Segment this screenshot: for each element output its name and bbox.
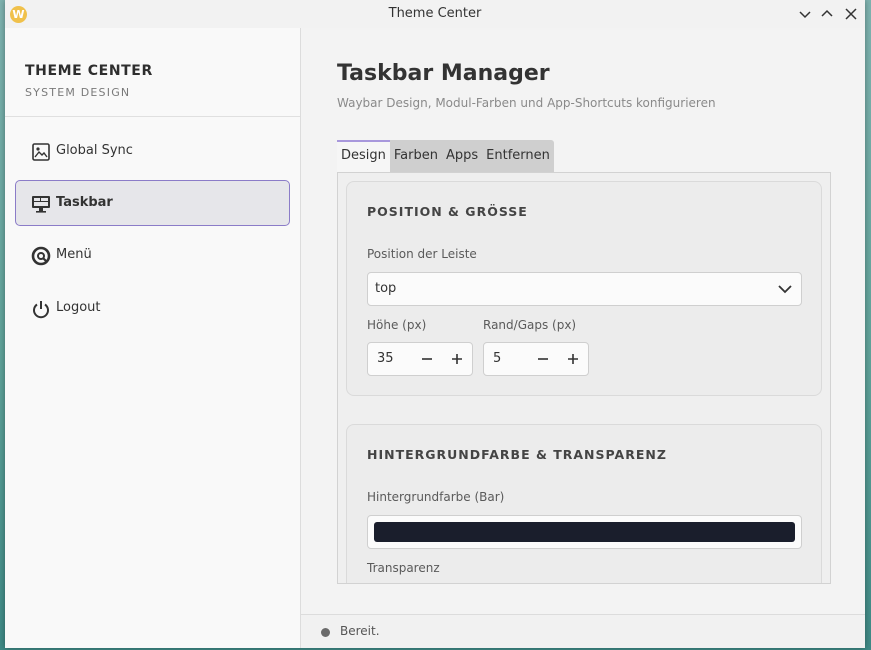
background-color-swatch (374, 522, 795, 542)
plus-icon (452, 354, 462, 364)
sidebar-item-taskbar[interactable]: Taskbar (15, 180, 290, 226)
position-select[interactable]: top (367, 272, 802, 306)
status-bar: Bereit. (301, 614, 865, 648)
main-content: Taskbar Manager Waybar Design, Modul-Far… (301, 28, 865, 614)
background-transparency-card: HINTERGRUNDFARBE & TRANSPARENZ Hintergru… (346, 424, 822, 583)
tab-content-panel[interactable]: POSITION & GRÖSSE Position der Leiste to… (337, 172, 831, 584)
status-text: Bereit. (340, 624, 380, 638)
maximize-button[interactable] (817, 4, 837, 24)
monitor-icon (30, 193, 52, 215)
chevron-up-icon (821, 9, 833, 17)
chevron-down-icon (778, 285, 792, 294)
transparency-label: Transparenz (367, 561, 440, 575)
search-ring-icon (30, 245, 52, 267)
sidebar: THEME CENTER SYSTEM DESIGN Global Sync T… (5, 28, 301, 648)
tab-apps[interactable]: Apps (442, 140, 482, 172)
app-window: W Theme Center THEME CENTER SYSTEM DESIG… (5, 0, 865, 648)
sidebar-item-label: Global Sync (56, 143, 133, 158)
title-bar: W Theme Center (5, 0, 865, 29)
position-label: Position der Leiste (367, 247, 477, 261)
card-title: POSITION & GRÖSSE (367, 204, 528, 219)
close-icon (845, 8, 857, 20)
sidebar-item-logout[interactable]: Logout (15, 285, 290, 331)
sidebar-item-label: Logout (56, 300, 101, 315)
status-indicator-icon (321, 628, 330, 637)
gaps-spinbox[interactable]: 5 (483, 342, 589, 376)
minimize-button[interactable] (795, 4, 815, 24)
height-increment-button[interactable] (447, 349, 467, 369)
minus-icon (422, 358, 432, 360)
brand-subtitle: SYSTEM DESIGN (25, 86, 131, 99)
close-button[interactable] (841, 4, 861, 24)
position-select-value: top (375, 281, 397, 296)
tab-farben[interactable]: Farben (390, 140, 442, 172)
sidebar-item-label: Menü (56, 247, 92, 262)
height-decrement-button[interactable] (417, 349, 437, 369)
power-icon (30, 298, 52, 320)
gaps-decrement-button[interactable] (533, 349, 553, 369)
page-title: Taskbar Manager (337, 61, 550, 86)
height-spinbox[interactable]: 35 (367, 342, 473, 376)
minus-icon (538, 358, 548, 360)
chevron-down-icon (799, 11, 811, 19)
tab-entfernen[interactable]: Entfernen (482, 140, 554, 172)
sidebar-item-global-sync[interactable]: Global Sync (15, 128, 290, 174)
position-size-card: POSITION & GRÖSSE Position der Leiste to… (346, 181, 822, 396)
background-color-label: Hintergrundfarbe (Bar) (367, 490, 505, 504)
card-title: HINTERGRUNDFARBE & TRANSPARENZ (367, 447, 667, 462)
height-value: 35 (377, 351, 394, 366)
height-label: Höhe (px) (367, 318, 427, 332)
tab-bar: Design Farben Apps Entfernen (337, 140, 554, 172)
page-subtitle: Waybar Design, Modul-Farben und App-Shor… (337, 96, 716, 110)
sidebar-item-menu[interactable]: Menü (15, 232, 290, 278)
gaps-value: 5 (493, 351, 502, 366)
sidebar-item-label: Taskbar (56, 195, 113, 210)
plus-icon (568, 354, 578, 364)
background-color-picker[interactable] (367, 515, 802, 549)
tab-design[interactable]: Design (337, 140, 390, 172)
image-sync-icon (30, 141, 52, 163)
gaps-label: Rand/Gaps (px) (483, 318, 577, 332)
brand-title: THEME CENTER (25, 63, 153, 79)
gaps-increment-button[interactable] (563, 349, 583, 369)
sidebar-divider (5, 116, 300, 117)
window-title: Theme Center (388, 6, 482, 21)
